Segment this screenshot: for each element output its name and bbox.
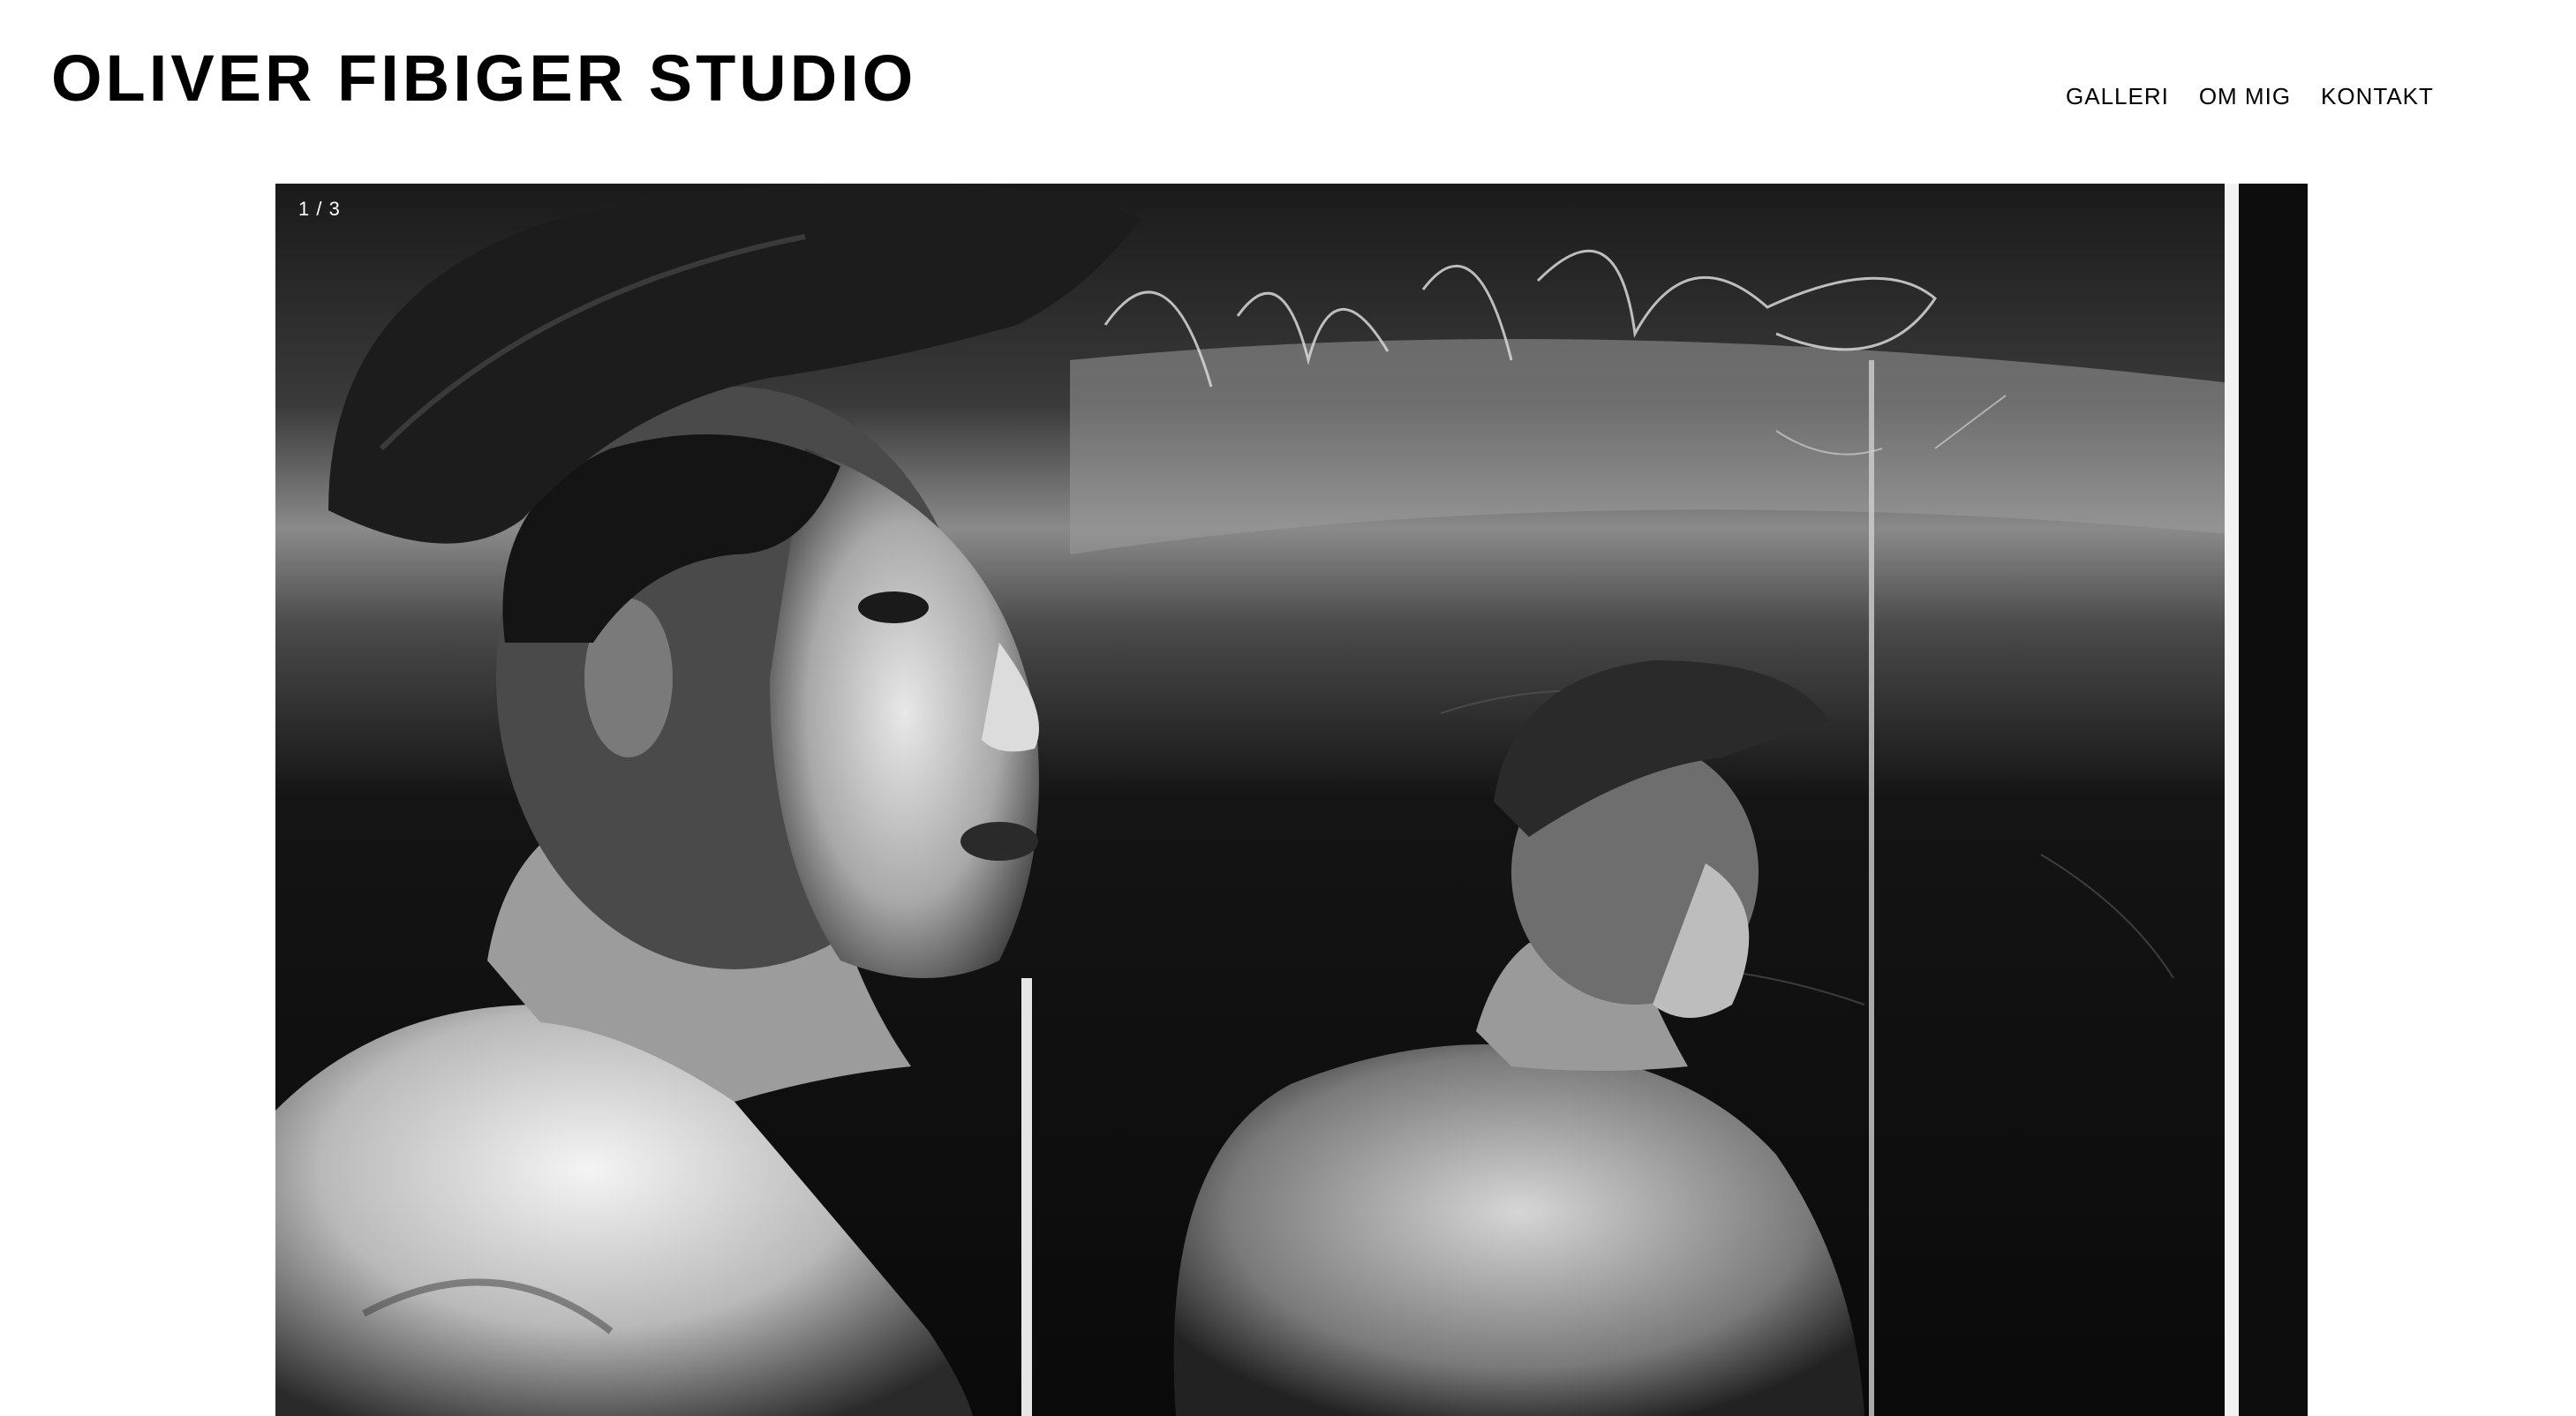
main-nav: GALLERI OM MIG KONTAKT bbox=[2066, 85, 2434, 108]
slide-photo[interactable] bbox=[275, 184, 2308, 1416]
nav-item-om-mig[interactable]: OM MIG bbox=[2199, 85, 2291, 108]
nav-item-kontakt[interactable]: KONTAKT bbox=[2321, 85, 2434, 108]
page: OLIVER FIBIGER STUDIO GALLERI OM MIG KON… bbox=[0, 0, 2576, 1416]
slide-counter: 1 / 3 bbox=[298, 198, 341, 220]
slideshow[interactable]: 1 / 3 bbox=[275, 184, 2308, 1416]
site-title[interactable]: OLIVER FIBIGER STUDIO bbox=[51, 46, 916, 111]
nav-item-galleri[interactable]: GALLERI bbox=[2066, 85, 2169, 108]
